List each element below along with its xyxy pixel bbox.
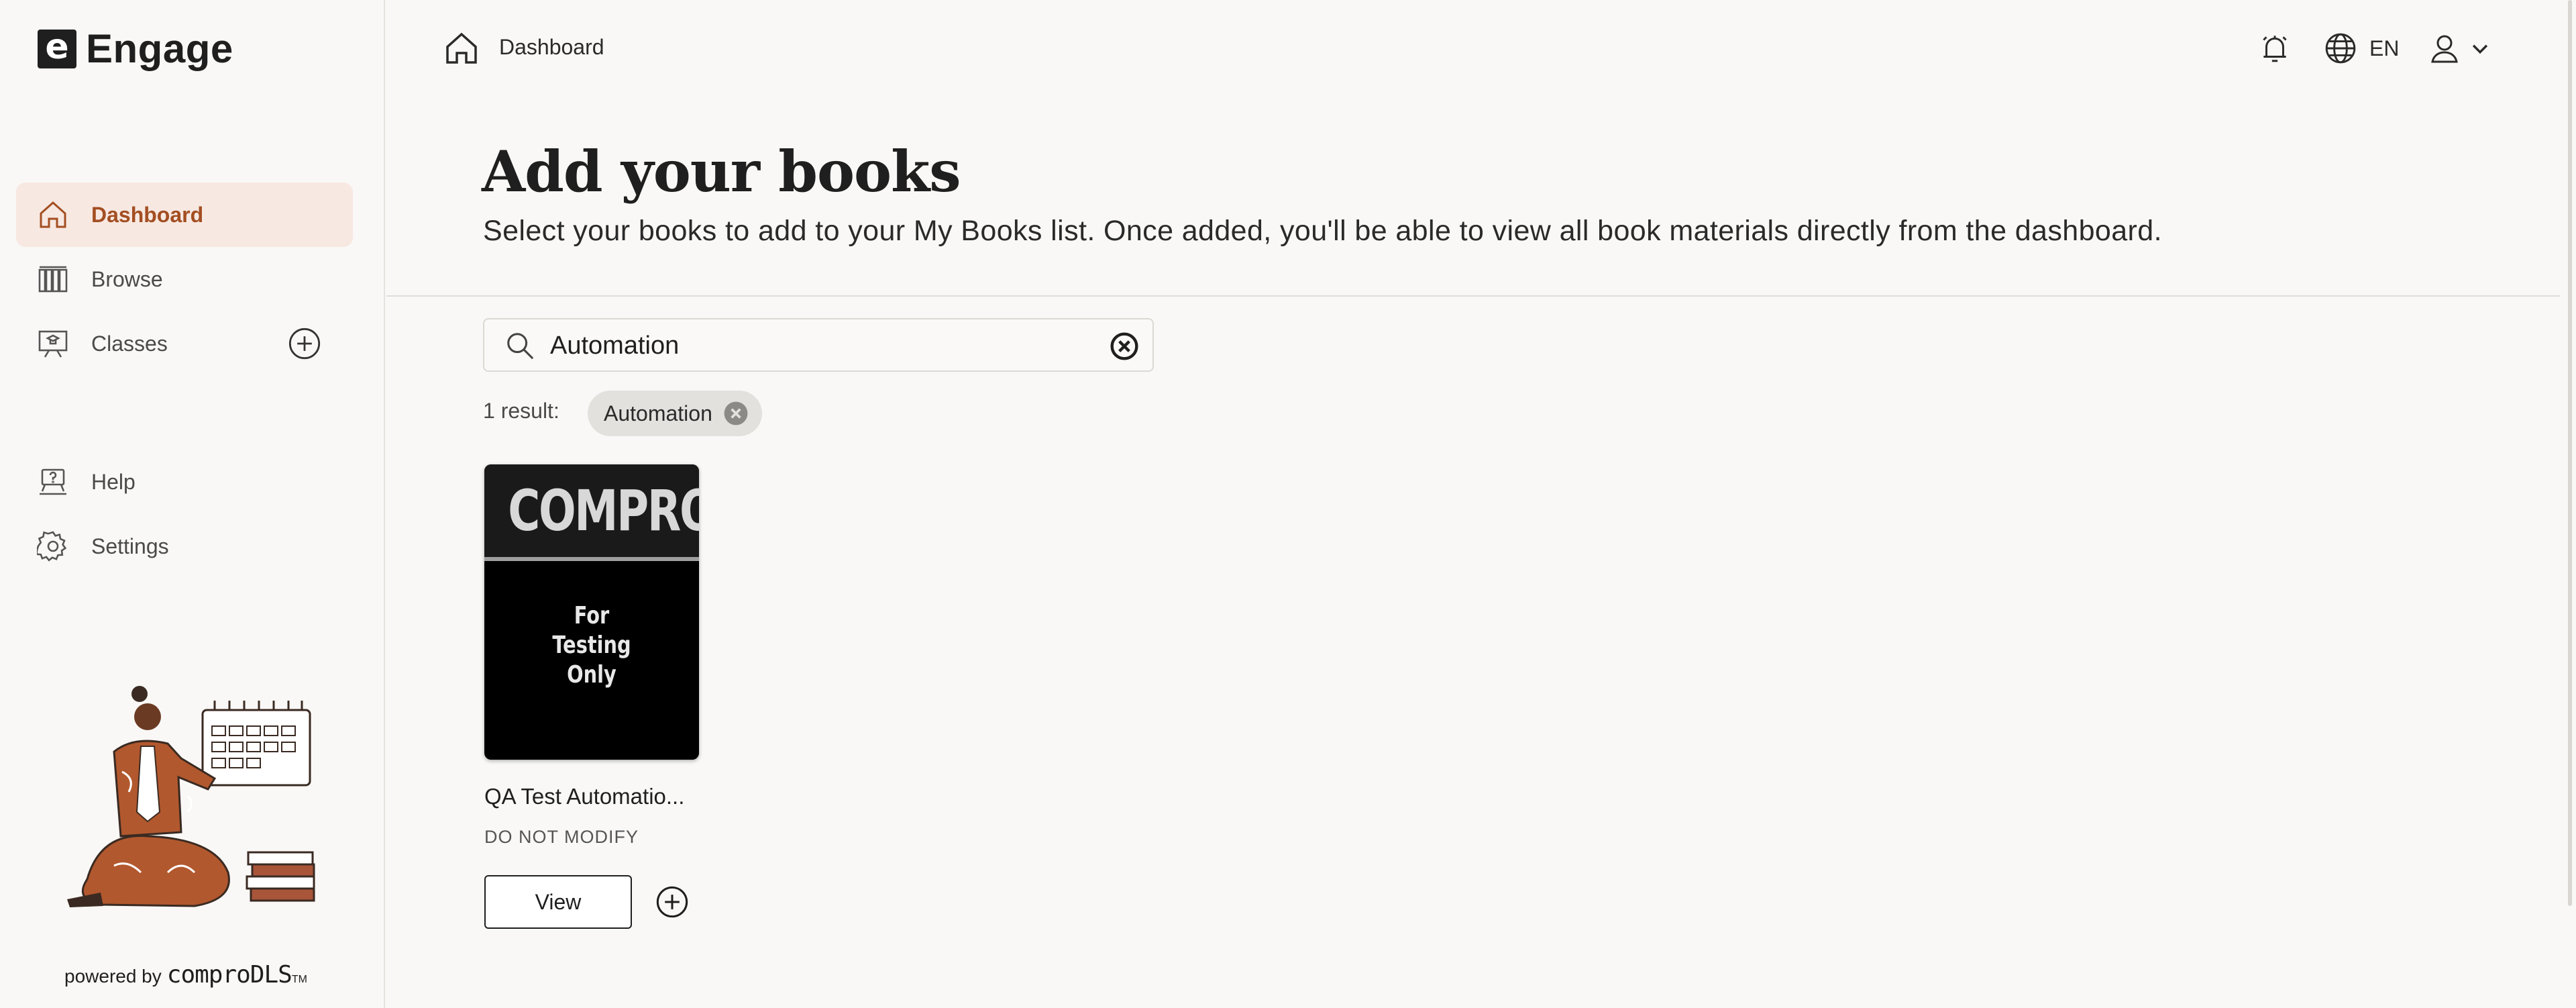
powered-by-label: powered by bbox=[64, 966, 162, 987]
home-icon bbox=[36, 198, 70, 232]
globe-icon bbox=[2325, 33, 2356, 64]
view-button[interactable]: View bbox=[484, 875, 632, 929]
sidebar-item-browse[interactable]: Browse bbox=[16, 247, 353, 311]
language-selector[interactable]: EN bbox=[2324, 27, 2399, 70]
reader-illustration bbox=[67, 686, 315, 907]
notifications-button[interactable] bbox=[2258, 27, 2297, 70]
book-title[interactable]: QA Test Automatio... bbox=[484, 784, 706, 809]
book-meta: DO NOT MODIFY bbox=[484, 827, 639, 847]
sidebar-item-label: Browse bbox=[91, 266, 163, 291]
breadcrumb[interactable]: Dashboard bbox=[499, 35, 604, 60]
powered-by: powered by comproDLS TM bbox=[64, 961, 307, 989]
sidebar-item-help[interactable]: Help bbox=[16, 450, 353, 514]
add-book-icon[interactable] bbox=[655, 885, 690, 919]
search-input[interactable] bbox=[549, 326, 1075, 365]
logo-mark: e bbox=[38, 29, 76, 68]
chevron-down-icon bbox=[2472, 44, 2488, 54]
app-logo[interactable]: e Engage bbox=[38, 26, 233, 72]
app-name: Engage bbox=[86, 26, 233, 71]
classroom-icon bbox=[36, 327, 70, 360]
sidebar-item-label: Settings bbox=[91, 534, 169, 558]
results-count: 1 result: bbox=[483, 399, 559, 423]
book-cover[interactable]: COMPRO For Testing Only bbox=[484, 464, 699, 760]
sidebar-item-label: Help bbox=[91, 469, 136, 494]
sidebar-item-classes[interactable]: Classes bbox=[16, 311, 353, 376]
language-code: EN bbox=[2369, 36, 2400, 60]
cover-subtitle: For Testing Only bbox=[552, 602, 631, 689]
user-icon bbox=[2431, 35, 2458, 63]
cover-title: COMPRO bbox=[508, 478, 699, 544]
remove-filter-icon[interactable] bbox=[723, 401, 749, 426]
sidebar: e Engage Dashboard Browse Classes Help S… bbox=[0, 0, 385, 1008]
page-title: Add your books bbox=[482, 138, 961, 205]
sidebar-item-label: Classes bbox=[91, 331, 168, 356]
alarm-icon bbox=[2263, 36, 2287, 62]
help-icon bbox=[36, 465, 70, 499]
search-box[interactable] bbox=[483, 318, 1154, 372]
trademark: TM bbox=[291, 974, 307, 985]
gear-icon bbox=[36, 530, 70, 563]
sidebar-item-dashboard[interactable]: Dashboard bbox=[16, 183, 353, 247]
search-icon bbox=[507, 333, 534, 360]
filter-chip-label: Automation bbox=[604, 401, 712, 425]
divider bbox=[386, 295, 2560, 297]
add-class-icon[interactable] bbox=[287, 326, 322, 361]
filter-chip: Automation bbox=[588, 391, 762, 436]
sidebar-item-settings[interactable]: Settings bbox=[16, 514, 353, 578]
breadcrumb-home-icon[interactable] bbox=[443, 30, 480, 67]
user-menu[interactable] bbox=[2428, 27, 2491, 70]
books-icon bbox=[36, 262, 70, 296]
scrollbar-thumb[interactable] bbox=[2568, 0, 2572, 906]
clear-search-icon[interactable] bbox=[1110, 332, 1139, 361]
page-description: Select your books to add to your My Book… bbox=[483, 215, 2162, 247]
sidebar-item-label: Dashboard bbox=[91, 202, 204, 227]
powered-by-brand: comproDLS bbox=[166, 961, 292, 989]
